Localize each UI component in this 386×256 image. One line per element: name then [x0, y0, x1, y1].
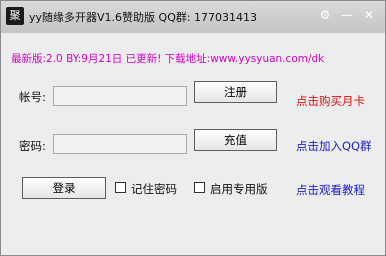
watch-tutorial-link[interactable]: 点击观看教程 [296, 182, 365, 198]
account-label: 帐号: [19, 90, 46, 104]
account-input[interactable] [53, 86, 187, 106]
remember-password-label[interactable]: 记住密码 [131, 181, 177, 197]
title-bar[interactable]: 聚 yy随缘多开器V1.6赞助版 QQ群: 177031413 ⚙ — ✕ [1, 1, 385, 33]
remember-password-checkbox[interactable] [115, 182, 126, 193]
minimize-icon[interactable]: — [339, 7, 355, 23]
password-label: 密码: [19, 139, 46, 153]
recharge-button[interactable]: 充值 [194, 129, 277, 151]
join-qq-group-link[interactable]: 点击加入QQ群 [296, 138, 372, 154]
register-button[interactable]: 注册 [194, 81, 277, 103]
window-title: yy随缘多开器V1.6赞助版 QQ群: 177031413 [29, 11, 258, 24]
buy-monthly-card-link[interactable]: 点击购买月卡 [296, 93, 365, 109]
update-notice: 最新版:2.0 BY:9月21日 已更新! 下载地址:www.yysyuan.c… [11, 53, 325, 65]
settings-gear-icon[interactable]: ⚙ [317, 7, 333, 23]
app-logo-icon: 聚 [6, 7, 24, 25]
password-input[interactable] [53, 134, 187, 154]
dedicated-mode-label[interactable]: 启用专用版 [210, 181, 268, 197]
close-icon[interactable]: ✕ [361, 7, 377, 23]
app-window: 聚 yy随缘多开器V1.6赞助版 QQ群: 177031413 ⚙ — ✕ 最新… [0, 0, 386, 256]
login-button[interactable]: 登录 [22, 177, 106, 199]
dedicated-mode-checkbox[interactable] [194, 182, 205, 193]
